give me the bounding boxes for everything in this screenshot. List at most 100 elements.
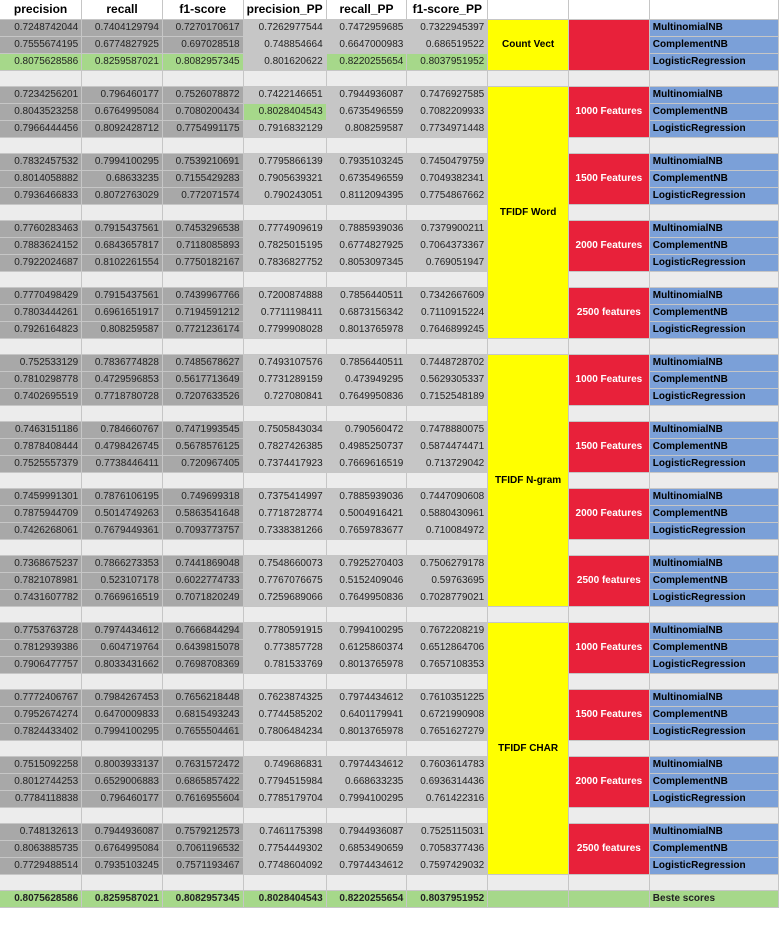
- metric-cell[interactable]: 0.790560472: [326, 421, 408, 439]
- metric-cell[interactable]: 0.7610351225: [406, 689, 489, 707]
- metric-cell[interactable]: 0.7064373367: [406, 237, 489, 255]
- metric-cell[interactable]: 0.4985250737: [326, 438, 408, 456]
- metric-cell[interactable]: 0.7402695519: [0, 388, 83, 406]
- model-label[interactable]: MultinomialNB: [649, 622, 779, 640]
- metric-cell[interactable]: 0.7827426385: [243, 438, 327, 456]
- metric-cell[interactable]: 0.7885939036: [326, 220, 408, 238]
- metric-cell[interactable]: 0.710084972: [406, 522, 489, 540]
- metric-cell[interactable]: 0.8012744253: [0, 773, 83, 791]
- metric-cell[interactable]: 0.8092428712: [81, 120, 163, 138]
- metric-cell[interactable]: 0.6735496559: [326, 103, 408, 121]
- metric-cell[interactable]: 0.7155429283: [162, 170, 244, 188]
- metric-cell[interactable]: 0.6774827925: [81, 36, 163, 54]
- metric-cell[interactable]: 0.7936466833: [0, 187, 83, 205]
- metric-cell[interactable]: 0.713729042: [406, 455, 489, 473]
- feature-label[interactable]: [568, 19, 650, 71]
- metric-cell[interactable]: 0.7539210691: [162, 153, 244, 171]
- metric-cell[interactable]: 0.7806484234: [243, 723, 327, 741]
- metric-cell[interactable]: 0.7463151186: [0, 421, 83, 439]
- metric-cell[interactable]: 0.7194591212: [162, 304, 244, 322]
- metric-cell[interactable]: 0.6961651917: [81, 304, 163, 322]
- metric-cell[interactable]: 0.7461175398: [243, 823, 327, 841]
- metric-cell[interactable]: 0.8220255654: [326, 53, 408, 71]
- feature-label[interactable]: 1000 Features: [568, 354, 650, 406]
- best-score-cell[interactable]: 0.8028404543: [243, 890, 327, 908]
- metric-cell[interactable]: 0.7338381266: [243, 522, 327, 540]
- model-label[interactable]: ComplementNB: [649, 371, 779, 389]
- metric-cell[interactable]: 0.7422146651: [243, 86, 327, 104]
- metric-cell[interactable]: 0.720967405: [162, 455, 244, 473]
- metric-cell[interactable]: 0.7548660073: [243, 555, 327, 573]
- metric-cell[interactable]: 0.7453296538: [162, 220, 244, 238]
- metric-cell[interactable]: 0.7754867662: [406, 187, 489, 205]
- metric-cell[interactable]: 0.8037951952: [406, 53, 489, 71]
- metric-cell[interactable]: 0.7774909619: [243, 220, 327, 238]
- feature-label[interactable]: 2000 Features: [568, 756, 650, 808]
- metric-cell[interactable]: 0.7780591915: [243, 622, 327, 640]
- model-label[interactable]: LogisticRegression: [649, 857, 779, 875]
- metric-cell[interactable]: 0.7525115031: [406, 823, 489, 841]
- metric-cell[interactable]: 0.727080841: [243, 388, 327, 406]
- metric-cell[interactable]: 0.8112094395: [326, 187, 408, 205]
- metric-cell[interactable]: 0.7270170617: [162, 19, 244, 37]
- metric-cell[interactable]: 0.7659783677: [326, 522, 408, 540]
- best-score-cell[interactable]: 0.8037951952: [406, 890, 489, 908]
- metric-cell[interactable]: 0.7028779021: [406, 589, 489, 607]
- metric-cell[interactable]: 0.7374417923: [243, 455, 327, 473]
- metric-cell[interactable]: 0.6439815078: [162, 639, 244, 657]
- metric-cell[interactable]: 0.7603614783: [406, 756, 489, 774]
- metric-cell[interactable]: 0.7061196532: [162, 840, 244, 858]
- metric-cell[interactable]: 0.8003933137: [81, 756, 163, 774]
- feature-label[interactable]: 2500 features: [568, 287, 650, 339]
- metric-cell[interactable]: 0.7656218448: [162, 689, 244, 707]
- metric-cell[interactable]: 0.7821078981: [0, 572, 83, 590]
- metric-cell[interactable]: 0.7915437561: [81, 287, 163, 305]
- model-label[interactable]: MultinomialNB: [649, 86, 779, 104]
- metric-cell[interactable]: 0.7631572472: [162, 756, 244, 774]
- metric-cell[interactable]: 0.6873156342: [326, 304, 408, 322]
- model-label[interactable]: MultinomialNB: [649, 354, 779, 372]
- metric-cell[interactable]: 0.7248742044: [0, 19, 83, 37]
- model-label[interactable]: ComplementNB: [649, 505, 779, 523]
- metric-cell[interactable]: 0.7649950836: [326, 388, 408, 406]
- metric-cell[interactable]: 0.7974434612: [81, 622, 163, 640]
- model-label[interactable]: MultinomialNB: [649, 19, 779, 37]
- metric-cell[interactable]: 0.7080200434: [162, 103, 244, 121]
- metric-cell[interactable]: 0.7772406767: [0, 689, 83, 707]
- metric-cell[interactable]: 0.748854664: [243, 36, 327, 54]
- metric-cell[interactable]: 0.796460177: [81, 790, 163, 808]
- metric-cell[interactable]: 0.7200874888: [243, 287, 327, 305]
- metric-cell[interactable]: 0.7994100295: [81, 723, 163, 741]
- metric-cell[interactable]: 0.6735496559: [326, 170, 408, 188]
- model-label[interactable]: LogisticRegression: [649, 53, 779, 71]
- metric-cell[interactable]: 0.7597429032: [406, 857, 489, 875]
- metric-cell[interactable]: 0.7476927585: [406, 86, 489, 104]
- metric-cell[interactable]: 0.7753763728: [0, 622, 83, 640]
- model-label[interactable]: MultinomialNB: [649, 220, 779, 238]
- metric-cell[interactable]: 0.7655504461: [162, 723, 244, 741]
- metric-cell[interactable]: 0.4729596853: [81, 371, 163, 389]
- metric-cell[interactable]: 0.7770498429: [0, 287, 83, 305]
- metric-cell[interactable]: 0.7447090608: [406, 488, 489, 506]
- metric-cell[interactable]: 0.7711198411: [243, 304, 327, 322]
- metric-cell[interactable]: 0.7994100295: [81, 153, 163, 171]
- metric-cell[interactable]: 0.8013765978: [326, 321, 408, 339]
- metric-cell[interactable]: 0.7439967766: [162, 287, 244, 305]
- metric-cell[interactable]: 0.796460177: [81, 86, 163, 104]
- model-label[interactable]: LogisticRegression: [649, 187, 779, 205]
- metric-cell[interactable]: 0.7836827752: [243, 254, 327, 272]
- model-label[interactable]: LogisticRegression: [649, 120, 779, 138]
- metric-cell[interactable]: 0.7744585202: [243, 706, 327, 724]
- feature-label[interactable]: 2000 Features: [568, 488, 650, 540]
- metric-cell[interactable]: 0.6865857422: [162, 773, 244, 791]
- metric-cell[interactable]: 0.7926164823: [0, 321, 83, 339]
- metric-cell[interactable]: 0.7657108353: [406, 656, 489, 674]
- feature-label[interactable]: 2500 features: [568, 823, 650, 875]
- metric-cell[interactable]: 0.752533129: [0, 354, 83, 372]
- metric-cell[interactable]: 0.7810298778: [0, 371, 83, 389]
- metric-cell[interactable]: 0.6512864706: [406, 639, 489, 657]
- metric-cell[interactable]: 0.7525557379: [0, 455, 83, 473]
- metric-cell[interactable]: 0.7234256201: [0, 86, 83, 104]
- metric-cell[interactable]: 0.7785179704: [243, 790, 327, 808]
- metric-cell[interactable]: 0.7471993545: [162, 421, 244, 439]
